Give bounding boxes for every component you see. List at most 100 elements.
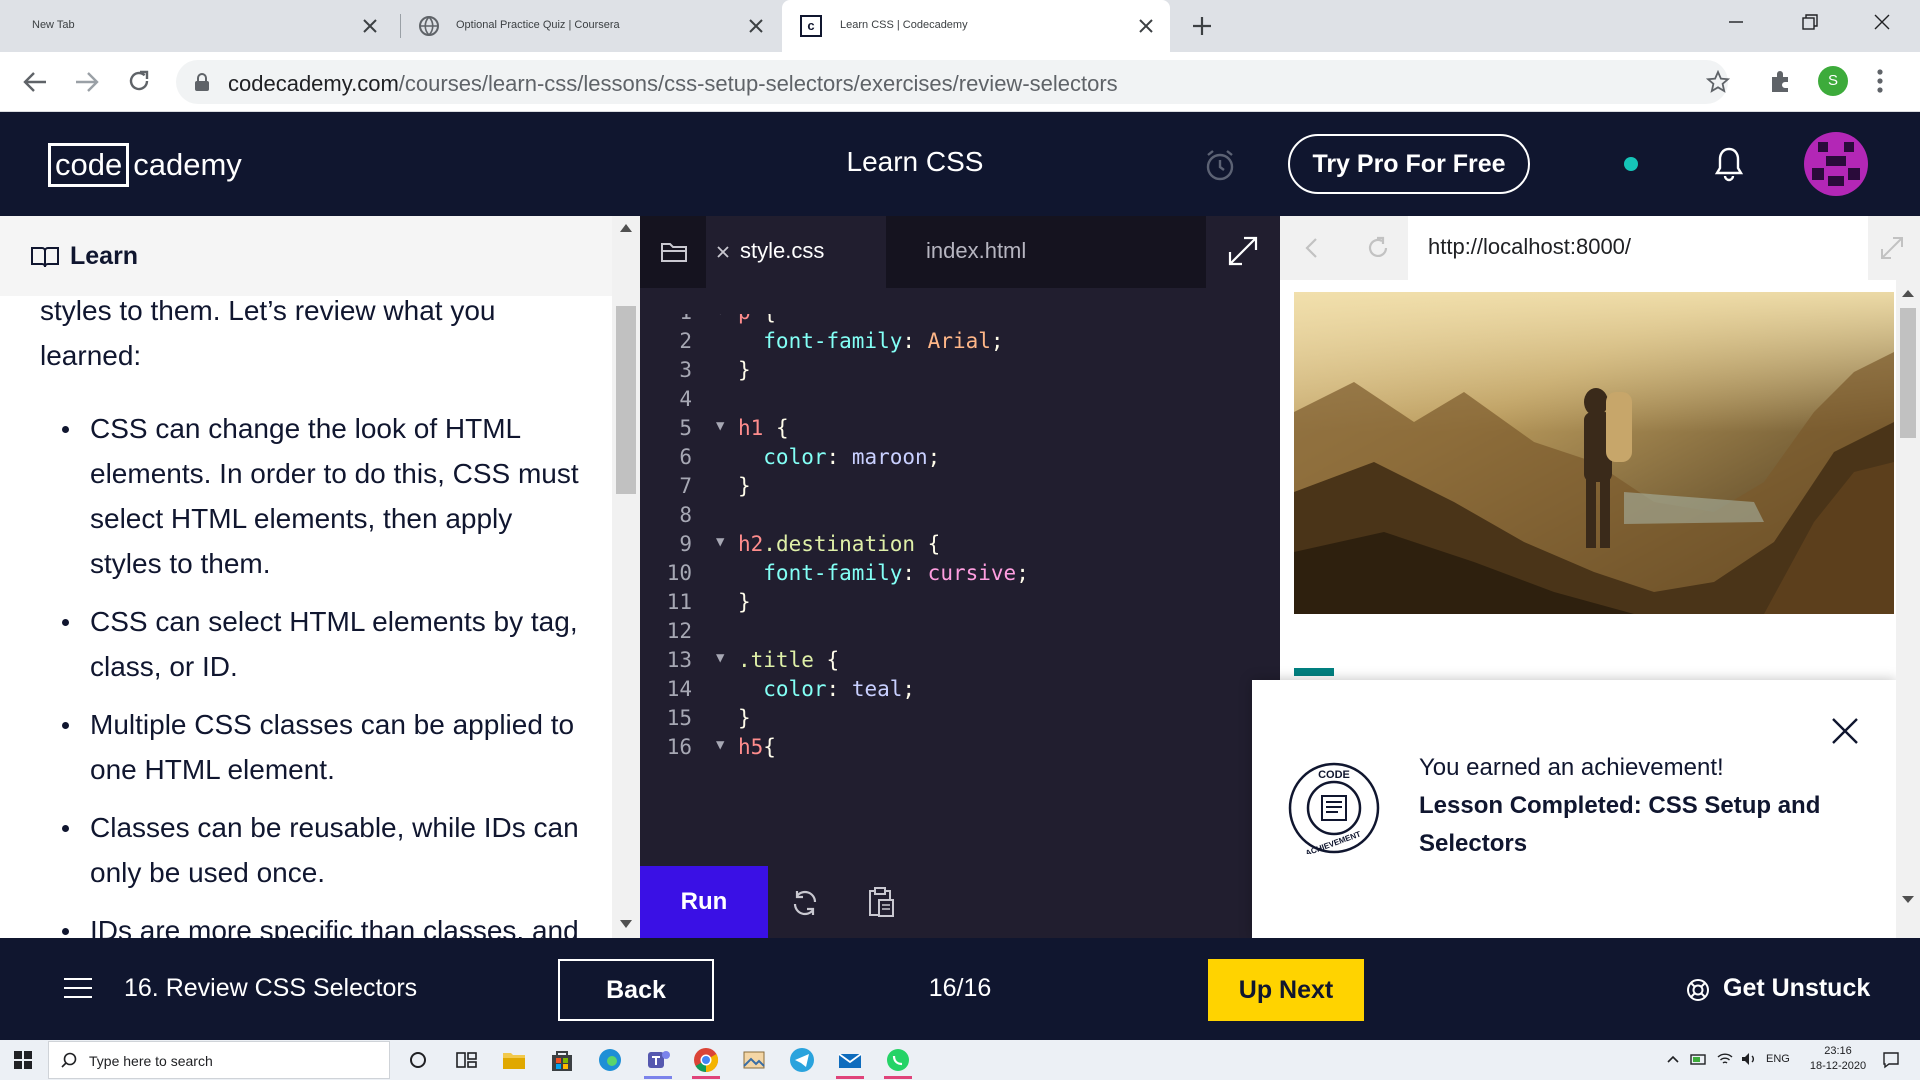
line-number: 3: [679, 358, 692, 382]
windows-start-icon[interactable]: [14, 1051, 32, 1069]
teams-icon[interactable]: [644, 1046, 672, 1079]
line-number: 2: [679, 329, 692, 353]
notification-icon[interactable]: [1882, 1051, 1900, 1069]
edge-icon[interactable]: [596, 1046, 624, 1074]
minimize-icon[interactable]: [1704, 0, 1768, 44]
scroll-down-icon[interactable]: [620, 920, 632, 928]
scroll-thumb[interactable]: [616, 306, 636, 494]
close-icon[interactable]: [746, 16, 766, 36]
line-number: 13: [666, 648, 692, 672]
code-token: }: [738, 706, 751, 730]
codecademy-logo[interactable]: code cademy: [48, 142, 242, 188]
bookmark-star-icon[interactable]: [1706, 70, 1730, 94]
search-icon: [61, 1052, 77, 1068]
browser-tab-coursera[interactable]: Optional Practice Quiz | Coursera: [402, 0, 780, 52]
code-text: }: [738, 358, 751, 382]
learn-scrollbar[interactable]: [612, 216, 640, 938]
address-bar[interactable]: codecademy.com/courses/learn-css/lessons…: [176, 60, 1730, 104]
preview-back-icon[interactable]: [1304, 236, 1320, 260]
line-number: 7: [679, 474, 692, 498]
store-icon[interactable]: [548, 1046, 576, 1074]
lesson-title[interactable]: 16. Review CSS Selectors: [124, 974, 417, 1003]
code-line[interactable]: 16 ▼ h5{: [640, 735, 1260, 771]
chrome-icon[interactable]: [692, 1046, 720, 1079]
preview-expand-icon[interactable]: [1876, 232, 1908, 264]
fold-toggle-icon[interactable]: ▼: [716, 650, 724, 666]
clipboard-icon[interactable]: [866, 886, 896, 918]
tab-index-html[interactable]: index.html: [886, 216, 1046, 288]
code-token: h2: [738, 532, 764, 556]
clock[interactable]: 23:16 18-12-2020: [1806, 1044, 1870, 1074]
code-token: font-family: [738, 561, 903, 585]
taskbar-search[interactable]: Type here to search: [48, 1041, 390, 1079]
scroll-up-icon[interactable]: [620, 224, 632, 232]
get-unstuck-button[interactable]: Get Unstuck: [1723, 974, 1870, 1003]
window-close-icon[interactable]: [1850, 0, 1914, 44]
fold-toggle-icon[interactable]: ▼: [716, 418, 724, 434]
learn-heading: Learn: [70, 242, 139, 270]
line-number: 9: [679, 532, 692, 556]
forward-arrow-icon[interactable]: [74, 70, 100, 94]
run-button[interactable]: Run: [640, 866, 768, 938]
browser-tab-new-tab[interactable]: New Tab: [0, 0, 400, 52]
scroll-down-icon[interactable]: [1902, 896, 1914, 903]
browser-tab-codecademy[interactable]: c Learn CSS | Codecademy: [782, 0, 1170, 52]
lifebuoy-icon[interactable]: [1686, 978, 1710, 1002]
close-icon[interactable]: [716, 245, 730, 259]
task-view-icon[interactable]: [452, 1046, 480, 1074]
reset-icon[interactable]: [790, 888, 820, 918]
code-area[interactable]: 1▼p {2 font-family: Arial;3}45▼h1 {6 col…: [640, 314, 1260, 834]
url-text[interactable]: codecademy.com/courses/learn-css/lessons…: [228, 71, 1118, 97]
preview-refresh-icon[interactable]: [1364, 234, 1392, 262]
line-number: 16: [666, 735, 692, 759]
reload-icon[interactable]: [126, 68, 152, 94]
close-icon[interactable]: [360, 16, 380, 36]
fold-toggle-icon[interactable]: ▼: [716, 737, 724, 753]
scroll-thumb[interactable]: [1900, 308, 1916, 438]
tab-style-css[interactable]: style.css: [706, 216, 886, 288]
preview-scrollbar[interactable]: [1896, 280, 1920, 938]
file-explorer-icon[interactable]: [500, 1046, 528, 1074]
photos-icon[interactable]: [740, 1046, 768, 1074]
achievement-toast: CODE ACHIEVEMENT You earned an achieveme…: [1252, 680, 1896, 938]
list-item: CSS can change the look of HTML elements…: [62, 406, 600, 586]
profile-avatar[interactable]: S: [1818, 66, 1848, 96]
browser-menu-icon[interactable]: [1876, 68, 1884, 94]
cortana-icon[interactable]: [404, 1046, 432, 1074]
fold-toggle-icon[interactable]: ▼: [716, 534, 724, 550]
bell-icon[interactable]: [1714, 146, 1744, 182]
wifi-icon[interactable]: [1716, 1051, 1734, 1067]
try-pro-button[interactable]: Try Pro For Free: [1288, 134, 1530, 194]
preview-url-field[interactable]: http://localhost:8000/: [1408, 216, 1868, 280]
telegram-icon[interactable]: [788, 1046, 816, 1074]
line-number: 12: [666, 619, 692, 643]
folder-icon[interactable]: [660, 240, 688, 264]
new-tab-icon[interactable]: [1190, 14, 1214, 38]
alarm-clock-icon[interactable]: [1204, 148, 1236, 182]
svg-text:CODE: CODE: [1318, 769, 1350, 781]
up-next-button[interactable]: Up Next: [1208, 959, 1364, 1021]
back-arrow-icon[interactable]: [22, 70, 48, 94]
close-icon[interactable]: [1830, 716, 1860, 746]
battery-icon[interactable]: [1690, 1052, 1708, 1066]
avatar[interactable]: [1804, 132, 1868, 196]
fold-toggle-icon[interactable]: ▼: [716, 314, 724, 318]
tab-title: New Tab: [32, 19, 75, 31]
browser-tab-strip: New Tab Optional Practice Quiz | Courser…: [0, 0, 1920, 52]
expand-icon[interactable]: [1206, 216, 1280, 288]
mail-icon[interactable]: [836, 1046, 864, 1079]
code-token: h1: [738, 416, 764, 440]
code-token: {: [763, 735, 776, 759]
restore-icon[interactable]: [1778, 0, 1842, 44]
menu-icon[interactable]: [62, 976, 94, 1000]
whatsapp-icon[interactable]: [884, 1046, 912, 1079]
line-number: 6: [679, 445, 692, 469]
code-token: .title: [738, 648, 814, 672]
close-icon[interactable]: [1136, 16, 1156, 36]
tray-chevron-icon[interactable]: [1666, 1054, 1680, 1064]
extensions-puzzle-icon[interactable]: [1768, 68, 1794, 94]
language-indicator[interactable]: ENG: [1766, 1053, 1790, 1065]
back-button[interactable]: Back: [558, 959, 714, 1021]
volume-icon[interactable]: [1740, 1051, 1758, 1067]
scroll-up-icon[interactable]: [1902, 290, 1914, 297]
